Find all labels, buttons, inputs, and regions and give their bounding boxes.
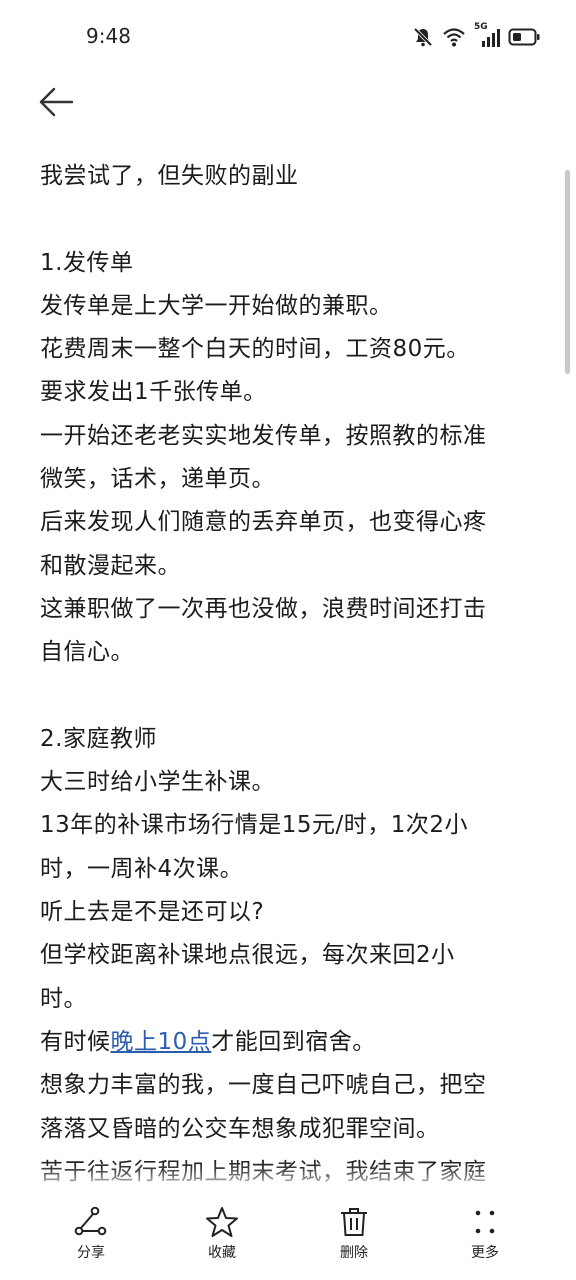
paragraph-line: 时，一周补4次课。 <box>40 855 244 882</box>
paragraph-line: 和散漫起来。 <box>40 552 181 579</box>
paragraph-line: 一开始还老老实实地发传单，按照教的标准 <box>40 422 487 449</box>
paragraph-line: 花费周末一整个白天的时间，工资80元。 <box>40 336 470 363</box>
bottom-action-bar: 分享 收藏 删除 更多 <box>0 1188 576 1280</box>
wifi-icon <box>442 26 466 48</box>
more-dots-icon <box>445 1206 525 1238</box>
article-body: 我尝试了，但失败的副业 1.发传单 发传单是上大学一开始做的兼职。 花费周末一整… <box>40 155 540 1194</box>
link-prefix-text: 有时候 <box>40 1028 111 1055</box>
paragraph-line-with-link: 有时候晚上10点才能回到宿舍。 <box>40 1021 540 1064</box>
link-suffix-text: 才能回到宿舍。 <box>211 1028 376 1055</box>
scrollbar-thumb[interactable] <box>565 170 570 374</box>
delete-button[interactable]: 删除 <box>314 1206 394 1262</box>
article-title: 我尝试了，但失败的副业 <box>40 163 299 189</box>
paragraph-line: 发传单是上大学一开始做的兼职。 <box>40 292 393 319</box>
star-icon <box>182 1206 262 1238</box>
status-time: 9:48 <box>86 24 131 48</box>
favorite-button[interactable]: 收藏 <box>182 1206 262 1262</box>
paragraph-line: 要求发出1千张传单。 <box>40 379 267 406</box>
paragraph-line: 自信心。 <box>40 639 134 666</box>
back-arrow-icon <box>38 87 74 121</box>
delete-label: 删除 <box>340 1245 368 1261</box>
paragraph-line: 但学校距离补课地点很远，每次来回2小 <box>40 942 455 969</box>
section-heading: 2.家庭教师 <box>40 725 157 752</box>
more-button[interactable]: 更多 <box>445 1206 525 1262</box>
share-icon <box>51 1206 131 1238</box>
paragraph-line: 听上去是不是还可以? <box>40 899 265 926</box>
paragraph-line: 落落又昏暗的公交车想象成犯罪空间。 <box>40 1115 440 1142</box>
share-label: 分享 <box>77 1245 105 1261</box>
paragraph-line: 13年的补课市场行情是15元/时，1次2小 <box>40 812 469 839</box>
status-bar: 9:48 5G <box>0 0 576 72</box>
favorite-label: 收藏 <box>208 1245 236 1261</box>
more-label: 更多 <box>471 1245 499 1261</box>
paragraph-line: 大三时给小学生补课。 <box>40 769 275 796</box>
back-button[interactable] <box>34 84 78 124</box>
paragraph-line: 想象力丰富的我，一度自己吓唬自己，把空 <box>40 1072 487 1099</box>
paragraph-line: 时。 <box>40 985 87 1012</box>
paragraph-line: 后来发现人们随意的丢弃单页，也变得心疼 <box>40 509 487 536</box>
paragraph-line: 这兼职做了一次再也没做，浪费时间还打击 <box>40 595 487 622</box>
paragraph-line: 微笑，话术，递单页。 <box>40 466 275 493</box>
section-heading: 1.发传单 <box>40 249 134 276</box>
cell-signal-5g-icon: 5G <box>474 22 500 48</box>
time-link[interactable]: 晚上10点 <box>111 1029 212 1055</box>
battery-icon <box>508 27 540 47</box>
trash-icon <box>314 1206 394 1238</box>
share-button[interactable]: 分享 <box>51 1206 131 1262</box>
bell-muted-icon <box>412 26 434 48</box>
status-icons: 5G <box>412 22 540 50</box>
